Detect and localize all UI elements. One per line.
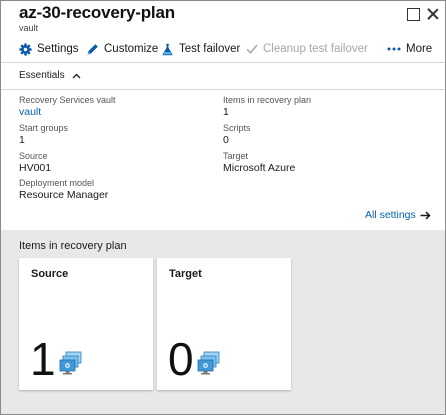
all-settings-link[interactable]: All settings — [365, 209, 431, 221]
ellipsis-icon — [387, 47, 401, 51]
recovery-services-vault-property: Recovery Services vault vault — [19, 95, 116, 119]
chevron-up-icon — [72, 73, 81, 78]
start-groups-property: Start groups 1 — [19, 123, 68, 147]
essentials-label: Essentials — [19, 70, 65, 81]
gear-icon — [19, 42, 32, 56]
target-property: Target Microsoft Azure — [223, 151, 295, 175]
source-property: Source HV001 — [19, 151, 51, 175]
page-subtitle: vault — [19, 23, 39, 33]
test-failover-button[interactable]: Test failover — [161, 38, 240, 60]
tile-title: Source — [31, 268, 69, 280]
scripts-property: Scripts 0 — [223, 123, 251, 147]
cleanup-test-failover-button[interactable]: Cleanup test failover — [246, 38, 368, 60]
close-icon[interactable] — [425, 6, 441, 22]
more-label: More — [406, 43, 433, 55]
virtual-machines-icon — [197, 351, 220, 375]
essentials-divider — [1, 89, 445, 90]
property-label: Start groups — [19, 123, 69, 133]
blade-header: az-30-recovery-plan vault — [1, 1, 445, 35]
property-label: Source — [19, 151, 48, 161]
tile-count: 1 — [30, 333, 56, 385]
essentials-toggle[interactable]: Essentials — [19, 70, 81, 81]
property-value: Resource Manager — [19, 189, 109, 201]
property-value: 1 — [223, 106, 229, 118]
deployment-model-property: Deployment model Resource Manager — [19, 178, 108, 202]
property-value: HV001 — [19, 162, 52, 174]
customize-button[interactable]: Customize — [86, 38, 158, 60]
vault-link[interactable]: vault — [19, 106, 116, 119]
virtual-machines-icon — [59, 351, 82, 375]
pencil-icon — [87, 43, 98, 54]
cleanup-test-failover-label: Cleanup test failover — [263, 43, 368, 55]
all-settings-label: All settings — [365, 209, 416, 221]
source-tile[interactable]: Source 1 — [19, 258, 153, 390]
items-section-title: Items in recovery plan — [19, 240, 127, 252]
page-title: az-30-recovery-plan — [19, 3, 175, 22]
items-in-recovery-plan-property: Items in recovery plan 1 — [223, 95, 311, 119]
customize-label: Customize — [104, 43, 159, 55]
settings-button[interactable]: Settings — [19, 38, 79, 60]
flask-icon — [162, 43, 173, 55]
arrow-right-icon — [420, 210, 431, 220]
property-label: Recovery Services vault — [19, 95, 116, 105]
property-label: Deployment model — [19, 178, 95, 188]
settings-label: Settings — [37, 43, 79, 55]
property-label: Items in recovery plan — [223, 95, 312, 105]
property-value: 1 — [19, 134, 25, 146]
property-label: Scripts — [223, 123, 251, 133]
tile-title: Target — [169, 268, 202, 280]
more-button[interactable]: More — [387, 38, 432, 60]
property-label: Target — [223, 151, 249, 161]
command-bar: Settings Customize Test failover Cleanup… — [1, 38, 445, 60]
toolbar-divider — [1, 62, 445, 63]
target-tile[interactable]: Target 0 — [157, 258, 291, 390]
maximize-icon[interactable] — [405, 6, 421, 22]
recovery-plan-blade: az-30-recovery-plan vault Settings Custo… — [0, 0, 446, 415]
property-value: Microsoft Azure — [223, 162, 296, 174]
checkmark-icon — [246, 44, 258, 54]
property-value: 0 — [223, 134, 229, 146]
tile-count: 0 — [168, 333, 194, 385]
test-failover-label: Test failover — [179, 43, 241, 55]
